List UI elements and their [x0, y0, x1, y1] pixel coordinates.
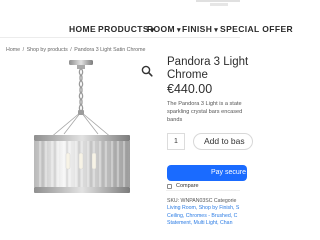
- pay-securely-button[interactable]: Pay secure: [167, 165, 247, 181]
- description-line: The Pandora 3 Light is a state: [167, 101, 242, 107]
- compare-toggle[interactable]: Compare: [167, 183, 199, 189]
- meta-divider: [166, 190, 240, 191]
- breadcrumb-current: Pandora 3 Light Satin Chrome: [74, 47, 146, 53]
- quantity-input[interactable]: 1: [167, 133, 185, 150]
- breadcrumb-shop[interactable]: Shop by products: [27, 47, 68, 53]
- product-title: Pandora 3 Light Chrome: [167, 56, 249, 82]
- description-line: bands: [167, 116, 183, 123]
- category-links[interactable]: Statement, Multi Light, Chan: [167, 220, 247, 227]
- sku-line: SKU: WNPAN03SC Categorie: [167, 198, 237, 204]
- category-links[interactable]: Ceiling, Chromes - Brushed, C: [167, 213, 247, 220]
- add-to-basket-button[interactable]: Add to bas: [193, 133, 253, 150]
- product-title-line2: Chrome: [167, 69, 208, 81]
- nav-special-offer[interactable]: SPECIAL OFFER: [220, 24, 293, 34]
- product-price: €440.00: [167, 82, 213, 96]
- breadcrumb-separator: /: [21, 47, 26, 53]
- nav-finish[interactable]: FINISH ▾: [182, 24, 218, 36]
- product-title-line1: Pandora 3 Light: [167, 56, 249, 68]
- chevron-down-icon: ▾: [177, 27, 181, 34]
- nav-divider: [0, 37, 240, 38]
- product-description: The Pandora 3 Light is a state sparkling…: [167, 101, 257, 124]
- main-nav: HOME PRODUCTS ▾ ROOM ▾ FINISH ▾ SPECIAL OFF…: [0, 20, 293, 38]
- product-meta: SKU: WNPAN03SC Categorie Living Room, Sh…: [167, 198, 247, 227]
- compare-label: Compare: [176, 183, 199, 189]
- product-image[interactable]: [4, 58, 159, 208]
- breadcrumb-home[interactable]: Home: [6, 47, 20, 53]
- description-line: sparkling crystal bars encased: [167, 108, 243, 115]
- top-bar: [0, 0, 240, 12]
- nav-room[interactable]: ROOM ▾: [147, 24, 181, 36]
- breadcrumb-separator: /: [68, 47, 74, 53]
- breadcrumb: Home / Shop by products / Pandora 3 Ligh…: [6, 47, 145, 53]
- nav-home[interactable]: HOME: [69, 24, 96, 34]
- chevron-down-icon: ▾: [214, 27, 219, 34]
- logo-fragment: [196, 0, 240, 6]
- category-links[interactable]: Living Room, Shop by Finish, S: [167, 205, 247, 212]
- magnifier-icon[interactable]: [140, 64, 154, 78]
- compare-checkbox[interactable]: [167, 183, 172, 189]
